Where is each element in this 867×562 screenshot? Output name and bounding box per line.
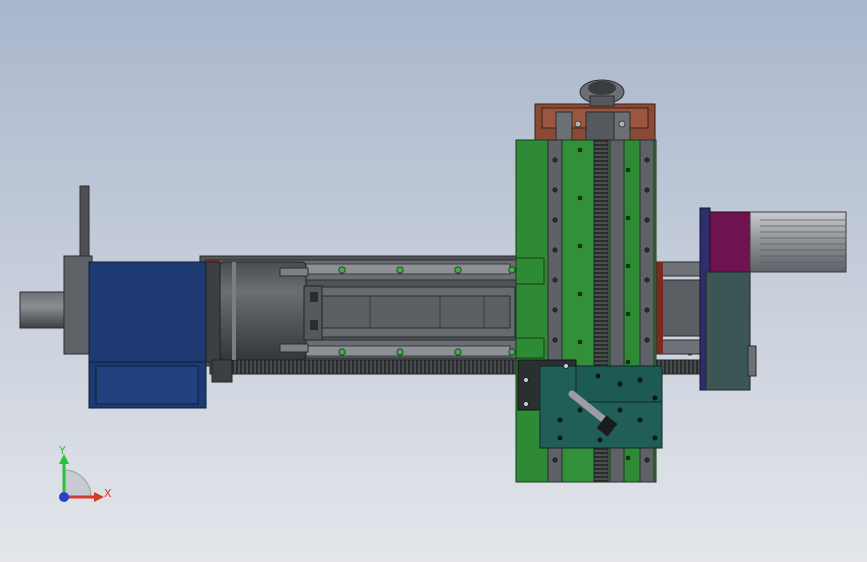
column-bolt bbox=[644, 457, 650, 463]
column-bolt bbox=[552, 457, 558, 463]
column-bolt bbox=[577, 147, 583, 153]
column-bolt bbox=[552, 307, 558, 313]
triad-y-label: Y bbox=[58, 444, 66, 457]
clamp-bolt bbox=[523, 401, 529, 407]
rail-bolt bbox=[508, 266, 516, 274]
column-bolt bbox=[644, 337, 650, 343]
column-bolt bbox=[552, 247, 558, 253]
column-bolt bbox=[644, 247, 650, 253]
plate-bolt bbox=[617, 381, 623, 387]
rail-bolt bbox=[396, 348, 404, 356]
column-bolt bbox=[552, 277, 558, 283]
clamp-bolt bbox=[523, 377, 529, 383]
plate-bolt bbox=[577, 407, 583, 413]
column-bolt bbox=[577, 339, 583, 345]
carriage-assembly bbox=[517, 359, 663, 449]
plate-bolt bbox=[637, 417, 643, 423]
plate-flange bbox=[63, 255, 93, 355]
center-channel-inner bbox=[319, 295, 511, 329]
column-bolt bbox=[552, 217, 558, 223]
column-bolt bbox=[577, 291, 583, 297]
column-bolt bbox=[625, 263, 631, 269]
gearbox-motor bbox=[88, 261, 221, 409]
column-bolt bbox=[577, 195, 583, 201]
column-bolt bbox=[644, 157, 650, 163]
z-axis-origin bbox=[59, 492, 69, 502]
bracket-bolt bbox=[574, 120, 582, 128]
column-bolt bbox=[644, 187, 650, 193]
plate-bolt bbox=[557, 435, 563, 441]
rail-bolt bbox=[508, 348, 516, 356]
plate-bolt bbox=[595, 373, 601, 379]
plate-bolt bbox=[637, 377, 643, 383]
rail-bolt bbox=[396, 266, 404, 274]
plate-bolt bbox=[652, 435, 658, 441]
bracket-bolt bbox=[618, 120, 626, 128]
clamp-bolt bbox=[563, 363, 569, 369]
column-bolt bbox=[625, 455, 631, 461]
column-bolt bbox=[552, 187, 558, 193]
triad-x-label: X bbox=[104, 487, 112, 500]
column-bolt bbox=[625, 215, 631, 221]
upper-rail bbox=[299, 263, 511, 275]
rail-bolt bbox=[454, 266, 462, 274]
column-bolt bbox=[625, 167, 631, 173]
cad-model-scene: Y X bbox=[0, 0, 867, 562]
lower-rail bbox=[299, 345, 511, 357]
column-bolt bbox=[625, 311, 631, 317]
gearbox-body bbox=[88, 261, 207, 363]
rail-bolt bbox=[454, 348, 462, 356]
motor-flange-magenta bbox=[709, 211, 751, 273]
plate-bolt bbox=[557, 417, 563, 423]
column-bolt bbox=[644, 307, 650, 313]
column-bolt bbox=[625, 359, 631, 365]
column-bolt bbox=[577, 243, 583, 249]
rail-bolt bbox=[338, 348, 346, 356]
cad-viewport[interactable]: Y X bbox=[0, 0, 867, 562]
plate-bolt bbox=[617, 407, 623, 413]
gear-housing bbox=[705, 271, 751, 391]
plate-bolt bbox=[652, 395, 658, 401]
plate-bolt bbox=[597, 437, 603, 443]
column-bolt bbox=[552, 337, 558, 343]
column-bolt bbox=[644, 217, 650, 223]
column-bolt bbox=[644, 277, 650, 283]
column-bolt bbox=[552, 157, 558, 163]
rail-bolt bbox=[338, 266, 346, 274]
right-rail-extension bbox=[654, 261, 706, 355]
motor-body bbox=[749, 211, 847, 273]
